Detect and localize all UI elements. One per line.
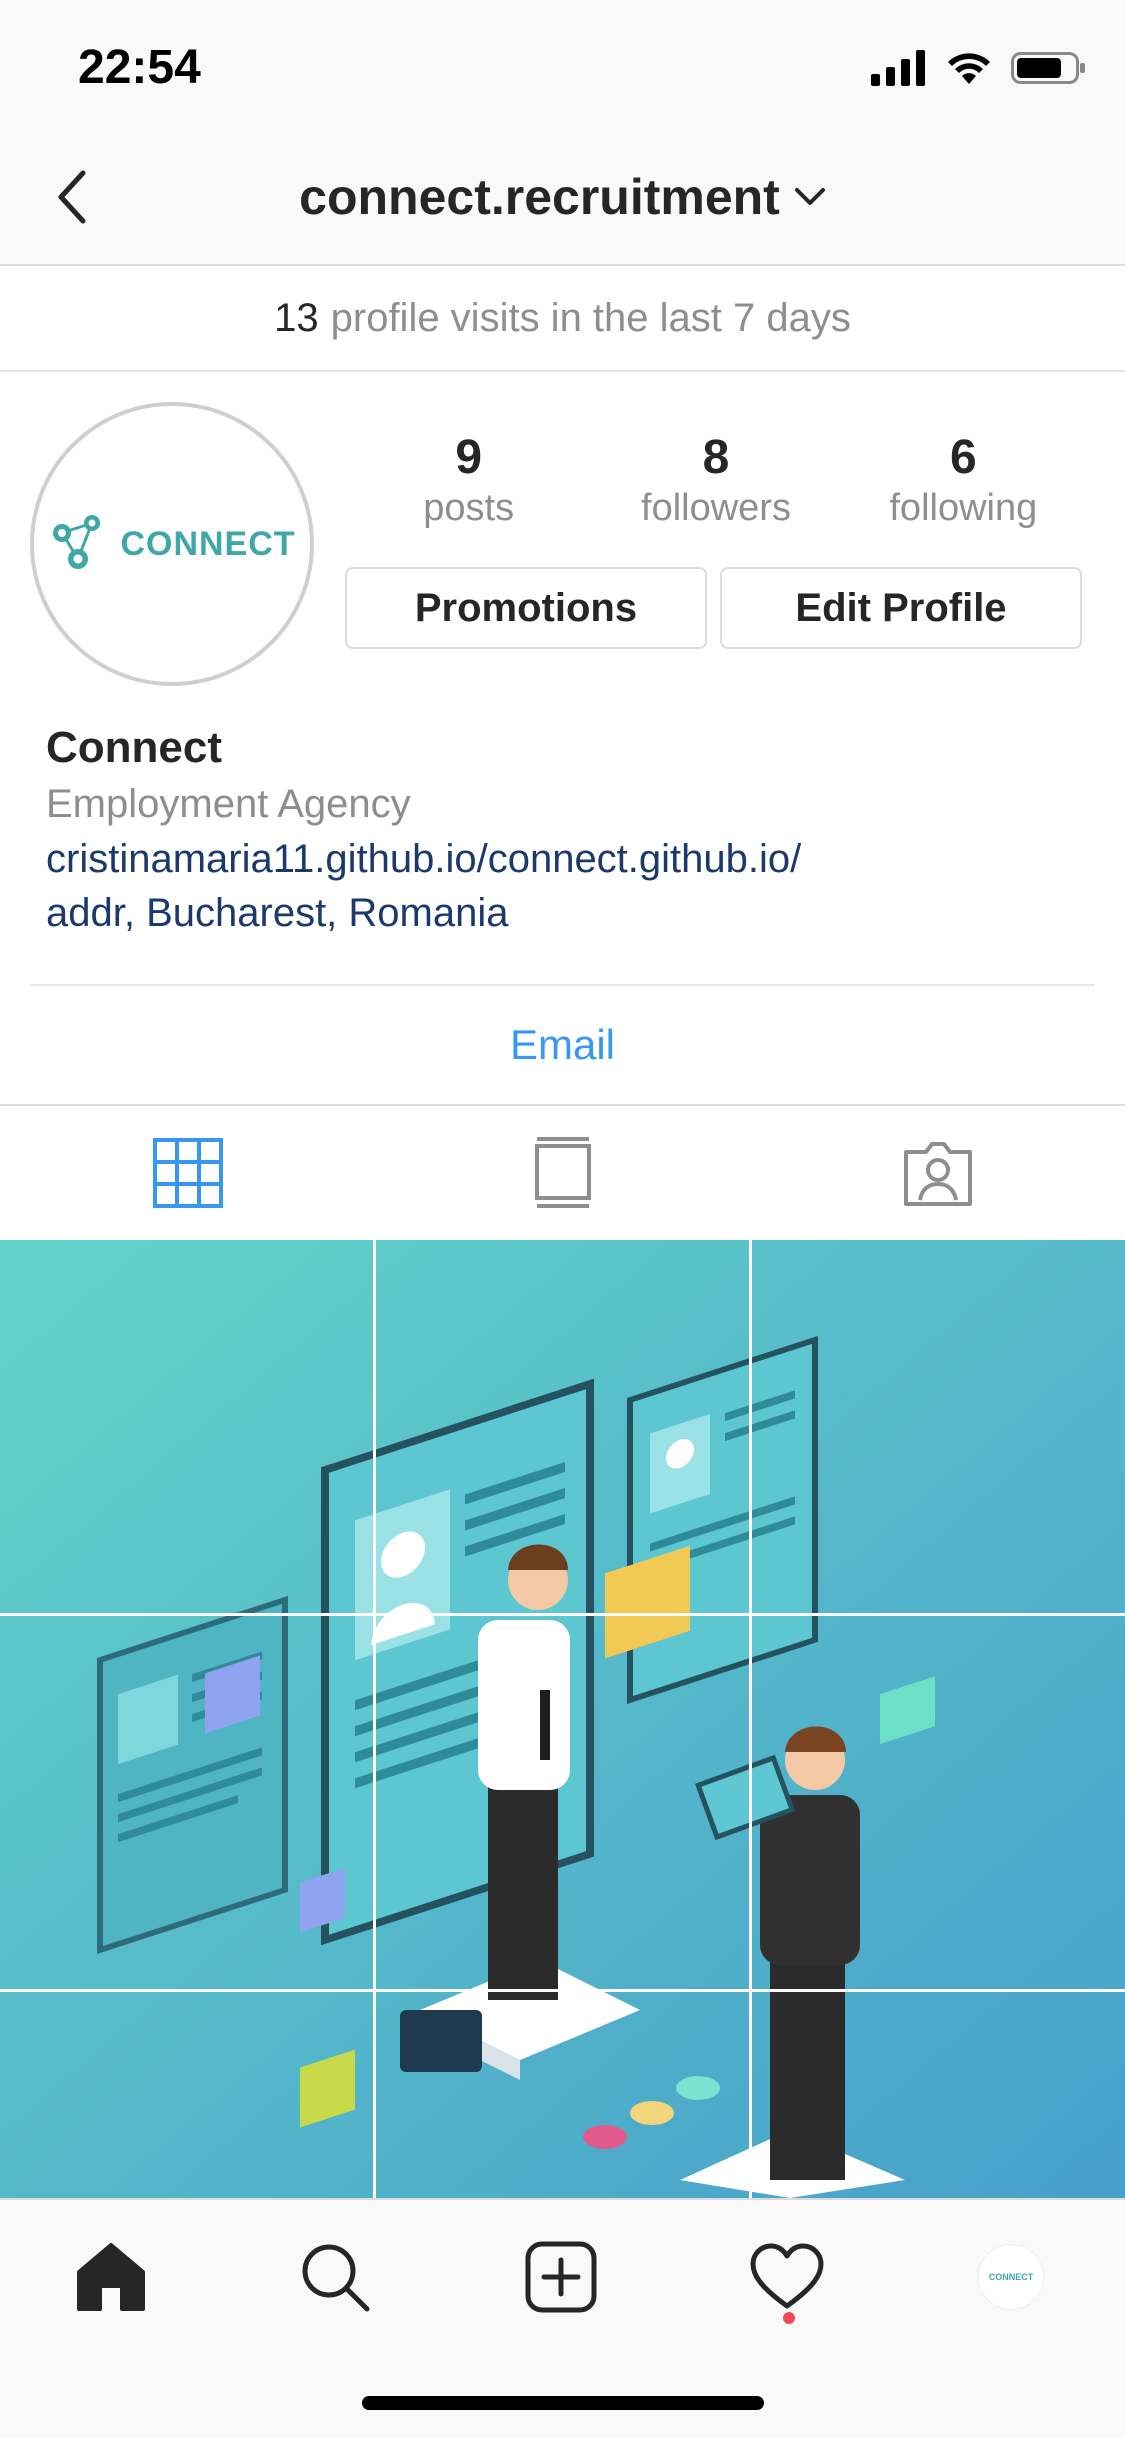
avatar-logo: CONNECT	[46, 418, 298, 670]
status-time: 22:54	[78, 41, 201, 94]
tagged-person-icon	[903, 1142, 972, 1206]
status-icons	[871, 48, 1087, 88]
home-icon	[77, 2243, 145, 2311]
wifi-icon	[948, 53, 990, 84]
stat-following[interactable]: 6 following	[840, 430, 1087, 540]
stat-following-number: 6	[949, 431, 977, 484]
home-indicator[interactable]	[362, 2396, 764, 2410]
bio-address[interactable]: addr, Bucharest, Romania	[46, 886, 1086, 940]
profile-visits-insight[interactable]: 13 profile visits in the last 7 days	[0, 266, 1125, 372]
nav-new-post[interactable]	[516, 2232, 606, 2322]
activity-heart-icon	[750, 2243, 824, 2309]
nav-activity[interactable]	[742, 2232, 832, 2322]
stat-posts-label: posts	[423, 487, 515, 529]
nav-profile[interactable]: CONNECT	[966, 2232, 1056, 2322]
bottom-nav: CONNECT	[0, 2198, 1125, 2438]
stat-posts[interactable]: 9 posts	[345, 430, 592, 540]
chevron-down-icon	[794, 188, 825, 205]
profile-bio: Connect Employment Agency cristinamaria1…	[46, 720, 1086, 940]
bio-website-link[interactable]: cristinamaria11.github.io/connect.github…	[46, 832, 1086, 886]
email-label: Email	[509, 1021, 616, 1068]
nav-home[interactable]	[66, 2232, 156, 2322]
stat-followers-number: 8	[702, 431, 730, 484]
post-thumbnail[interactable]	[376, 1992, 749, 2198]
post-thumbnail[interactable]	[376, 1616, 749, 1989]
profile-stats: 9 posts 8 followers 6 following	[345, 430, 1087, 540]
activity-notification-dot	[783, 2312, 795, 2324]
battery-icon	[1011, 52, 1085, 84]
tab-tagged[interactable]	[750, 1106, 1125, 1240]
post-thumbnail[interactable]	[0, 1240, 373, 1613]
post-thumbnail[interactable]	[376, 1240, 749, 1613]
nav-avatar-text: CONNECT	[988, 2272, 1034, 2282]
profile-tabs	[0, 1104, 1125, 1242]
nav-search[interactable]	[290, 2232, 380, 2322]
stat-posts-number: 9	[455, 431, 483, 484]
tab-grid[interactable]	[0, 1106, 375, 1240]
account-switcher[interactable]: connect.recruitment	[0, 162, 1125, 232]
stat-followers[interactable]: 8 followers	[592, 430, 839, 540]
bio-category: Employment Agency	[46, 782, 411, 826]
cellular-signal-icon	[871, 50, 925, 86]
stat-following-label: following	[889, 487, 1038, 529]
email-contact-button[interactable]: Email	[30, 984, 1095, 1104]
tab-feed[interactable]	[375, 1106, 750, 1240]
status-bar: 22:54	[0, 0, 1125, 132]
visits-text: profile visits in the last 7 days	[330, 295, 851, 340]
connect-logo-icon	[53, 515, 101, 569]
stat-followers-label: followers	[641, 487, 791, 529]
bio-name: Connect	[46, 723, 222, 772]
nav-title: connect.recruitment	[299, 169, 780, 225]
post-thumbnail[interactable]	[752, 1616, 1125, 1989]
search-icon	[302, 2244, 370, 2312]
post-thumbnail[interactable]	[752, 1240, 1125, 1613]
promotions-button[interactable]: Promotions	[345, 567, 707, 649]
profile-avatar[interactable]: CONNECT	[30, 402, 314, 686]
visits-count: 13	[274, 295, 319, 340]
profile-avatar-icon: CONNECT	[978, 2244, 1044, 2310]
post-thumbnail[interactable]	[752, 1992, 1125, 2198]
avatar-logo-text: CONNECT	[120, 524, 296, 563]
edit-profile-button[interactable]: Edit Profile	[720, 567, 1082, 649]
posts-grid	[0, 1240, 1125, 2198]
grid-icon	[152, 1138, 223, 1208]
nav-bar: connect.recruitment	[0, 132, 1125, 266]
new-post-icon	[525, 2241, 597, 2313]
post-thumbnail[interactable]	[0, 1616, 373, 1989]
post-thumbnail[interactable]	[0, 1992, 373, 2198]
feed-list-icon	[534, 1137, 591, 1208]
